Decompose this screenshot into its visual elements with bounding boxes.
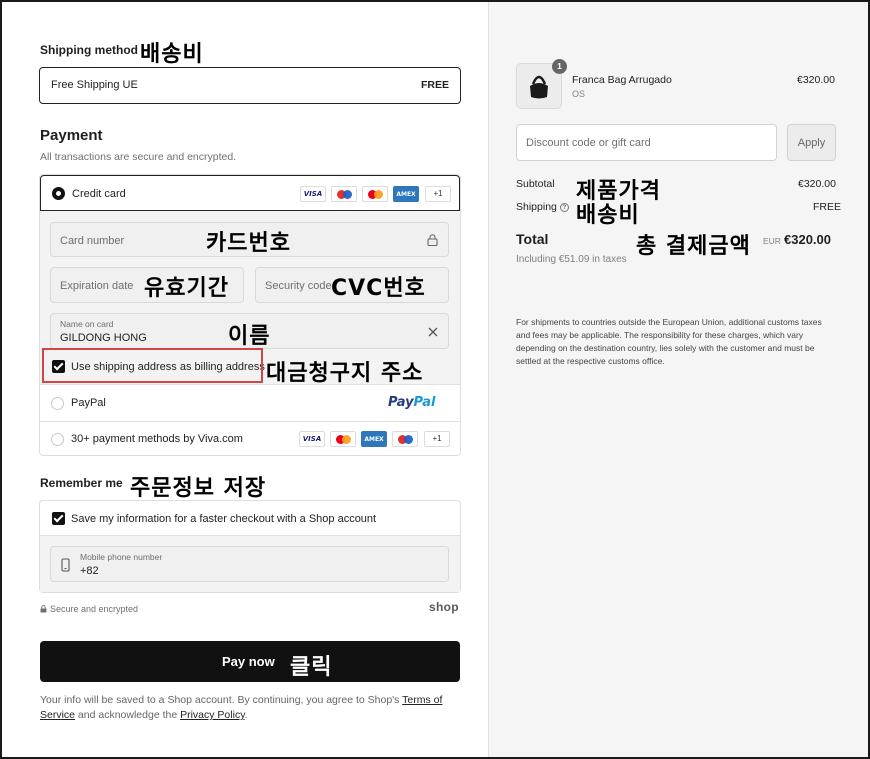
checkout-page: Shipping method 배송비 Free Shipping UE FRE…	[0, 0, 870, 759]
lock-icon	[427, 234, 438, 246]
expiration-annotation: 유효기간	[144, 276, 229, 301]
shop-account-box: Save my information for a faster checkou…	[39, 500, 461, 593]
total-value: €320.00	[784, 232, 831, 247]
product-price: €320.00	[797, 74, 835, 86]
remember-me-annotation: 주문정보 저장	[130, 476, 267, 501]
security-code-annotation: CVC번호	[331, 276, 426, 301]
credit-card-label: Credit card	[72, 188, 126, 200]
phone-label: Mobile phone number	[80, 552, 163, 562]
total-annotation: 총 결제금액	[636, 234, 751, 259]
help-icon[interactable]: ?	[559, 203, 569, 212]
discount-input[interactable]: Discount code or gift card	[516, 124, 777, 161]
mastercard-icon	[362, 186, 388, 202]
phone-value: +82	[80, 565, 99, 577]
phone-field[interactable]: Mobile phone number +82	[50, 546, 449, 582]
shipping-value: FREE	[813, 201, 842, 213]
credit-card-option[interactable]: Credit card +1	[40, 175, 460, 211]
paypal-label: PayPal	[71, 397, 106, 409]
name-annotation: 이름	[228, 324, 271, 349]
mastercard-icon	[330, 431, 356, 447]
viva-option[interactable]: 30+ payment methods by Viva.com +1	[40, 421, 460, 456]
billing-address-highlight	[42, 348, 263, 383]
shipping-option-name: Free Shipping UE	[51, 79, 138, 91]
customs-note: For shipments to countries outside the E…	[516, 317, 822, 366]
save-info-label: Save my information for a faster checkou…	[71, 513, 377, 525]
shipping-row: Shipping?	[516, 201, 569, 213]
billing-annotation: 대금청구지 주소	[266, 361, 424, 386]
pay-now-annotation: 클릭	[290, 655, 333, 680]
amex-icon	[361, 431, 387, 447]
pay-now-button[interactable]: Pay now 클릭	[40, 641, 460, 682]
shipping-annotation: 배송비	[576, 203, 640, 228]
shipping-label: Shipping	[516, 201, 557, 213]
name-on-card-label: Name on card	[60, 319, 114, 329]
privacy-policy-link[interactable]: Privacy Policy	[180, 709, 245, 721]
clear-icon[interactable]	[428, 327, 438, 337]
total-currency: EUR	[763, 236, 781, 246]
phone-icon	[61, 558, 70, 572]
paypal-logo-text-b: Pal	[413, 395, 436, 410]
pay-now-label: Pay now	[222, 654, 275, 669]
quantity-badge: 1	[552, 59, 567, 74]
shipping-method-annotation: 배송비	[140, 42, 204, 67]
remember-me-heading: Remember me	[40, 476, 123, 490]
order-summary-panel	[488, 2, 868, 757]
apply-button[interactable]: Apply	[787, 124, 836, 161]
terms-prefix: Your info will be saved to a Shop accoun…	[40, 694, 403, 706]
lock-icon	[40, 605, 47, 613]
visa-icon	[300, 186, 326, 202]
name-on-card-value: GILDONG HONG	[60, 332, 147, 344]
viva-radio[interactable]	[51, 433, 64, 446]
visa-icon	[299, 431, 325, 447]
shipping-option[interactable]: Free Shipping UE FREE	[39, 67, 461, 104]
payment-methods: Credit card +1 Card number 카드번호 Expirati…	[39, 174, 461, 456]
secure-text: Secure and encrypted	[50, 604, 139, 614]
secure-note: Secure and encrypted	[40, 604, 138, 614]
payment-subtitle: All transactions are secure and encrypte…	[40, 151, 237, 163]
viva-label: 30+ payment methods by Viva.com	[71, 433, 243, 445]
terms-suffix: .	[244, 709, 248, 721]
product-name: Franca Bag Arrugado	[572, 74, 672, 86]
save-info-checkbox[interactable]	[52, 512, 65, 525]
discount-placeholder: Discount code or gift card	[526, 137, 651, 149]
paypal-radio[interactable]	[51, 397, 64, 410]
terms-middle: and acknowledge the	[75, 709, 181, 721]
paypal-option[interactable]: PayPal PayPal	[40, 385, 460, 421]
apply-label: Apply	[797, 137, 826, 149]
more-cards-badge: +1	[424, 431, 450, 447]
subtotal-value: €320.00	[798, 178, 836, 190]
shipping-option-price: FREE	[420, 79, 449, 91]
card-number-placeholder: Card number	[60, 235, 125, 247]
total-label: Total	[516, 231, 549, 247]
payment-heading: Payment	[40, 127, 103, 144]
shipping-method-heading: Shipping method	[40, 43, 138, 57]
paypal-logo: PayPal	[388, 395, 435, 410]
shop-logo: shop	[429, 600, 459, 614]
card-number-annotation: 카드번호	[206, 231, 291, 256]
terms-text: Your info will be saved to a Shop accoun…	[40, 693, 460, 723]
security-code-placeholder: Security code	[265, 280, 332, 292]
credit-card-radio[interactable]	[52, 187, 65, 200]
amex-icon	[393, 186, 419, 202]
phone-section: Mobile phone number +82	[40, 535, 460, 592]
product-variant: OS	[572, 89, 586, 99]
maestro-icon	[392, 431, 418, 447]
maestro-icon	[331, 186, 357, 202]
subtotal-label: Subtotal	[516, 178, 555, 190]
expiration-date-placeholder: Expiration date	[60, 280, 134, 292]
more-cards-badge: +1	[425, 186, 451, 202]
taxes-note: Including €51.09 in taxes	[516, 254, 627, 265]
paypal-logo-text-a: Pay	[388, 395, 414, 410]
